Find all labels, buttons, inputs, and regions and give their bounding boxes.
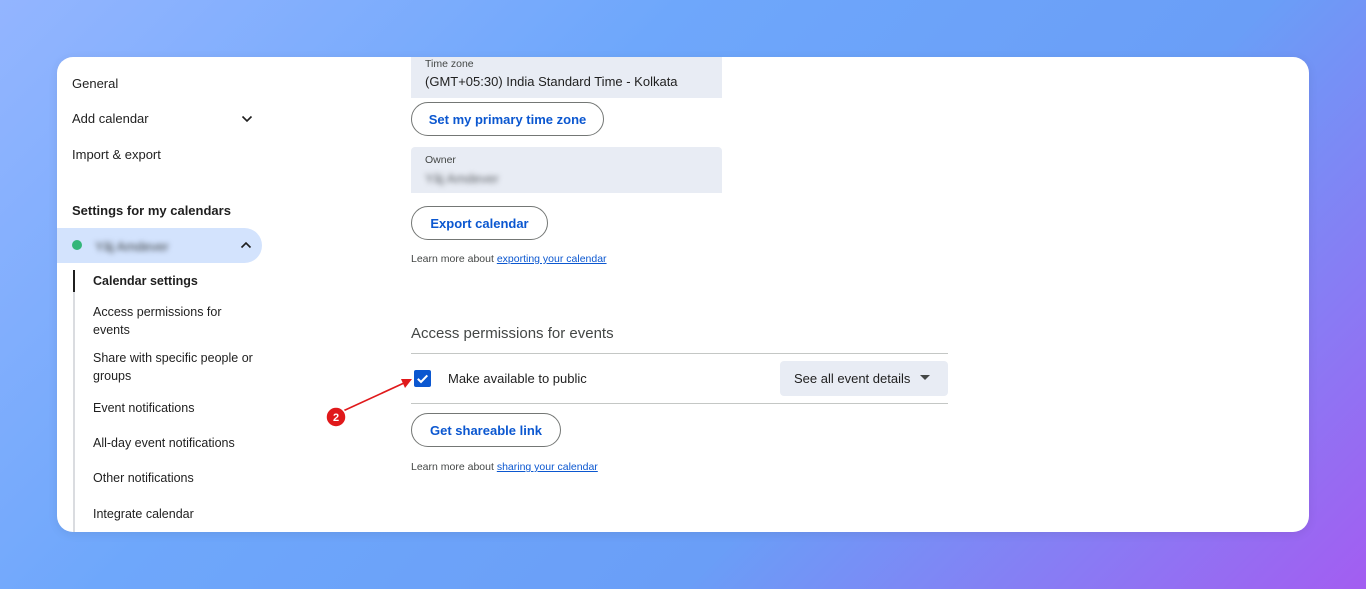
subnav-track [73,270,75,532]
get-shareable-link-button[interactable]: Get shareable link [411,413,561,447]
timezone-field[interactable]: Time zone (GMT+05:30) India Standard Tim… [411,57,722,98]
sidebar-item-add-calendar[interactable]: Add calendar [72,111,149,126]
owner-field-label: Owner [425,154,456,166]
sidebar-section-title: Settings for my calendars [72,203,231,218]
subnav-event-notifications[interactable]: Event notifications [93,399,258,417]
public-checkbox[interactable] [414,370,431,387]
owner-field-value: Yâj Amdever [425,171,499,186]
subnav-integrate-calendar[interactable]: Integrate calendar [93,505,258,523]
timezone-field-label: Time zone [425,58,474,70]
chevron-up-icon[interactable] [238,237,254,253]
subnav-active-indicator [73,270,75,292]
divider-bottom [411,403,948,404]
sharing-calendar-link[interactable]: sharing your calendar [497,461,598,473]
subnav-calendar-settings[interactable]: Calendar settings [93,272,258,290]
dropdown-arrow-icon [920,375,930,380]
owner-field: Owner Yâj Amdever [411,147,722,193]
sidebar-item-general[interactable]: General [72,76,118,91]
sidebar-item-calendar[interactable]: Yâj Amdever [57,228,262,263]
export-learn-more-prefix: Learn more about [411,253,497,265]
settings-sidebar: General Add calendar Import & export Set… [57,57,272,532]
calendar-color-dot [72,240,82,250]
subnav-other-notifications[interactable]: Other notifications [93,469,258,487]
divider-top [411,353,948,354]
subnav-allday-notifications[interactable]: All-day event notifications [93,434,258,452]
share-learn-more-prefix: Learn more about [411,461,497,473]
export-learn-more: Learn more about exporting your calendar [411,253,607,265]
event-visibility-value: See all event details [794,371,911,386]
share-learn-more: Learn more about sharing your calendar [411,461,598,473]
calendar-name: Yâj Amdever [95,239,169,254]
set-primary-timezone-button[interactable]: Set my primary time zone [411,102,604,136]
export-calendar-button[interactable]: Export calendar [411,206,548,240]
event-visibility-select[interactable]: See all event details [780,361,948,396]
chevron-down-icon[interactable] [239,111,255,127]
settings-panel: General Add calendar Import & export Set… [57,57,1309,532]
timezone-field-value: (GMT+05:30) India Standard Time - Kolkat… [425,74,678,89]
exporting-calendar-link[interactable]: exporting your calendar [497,253,607,265]
subnav-access-permissions[interactable]: Access permissions for events [93,303,258,339]
access-permissions-heading: Access permissions for events [411,325,614,342]
checkmark-icon [417,374,429,384]
sidebar-item-import-export[interactable]: Import & export [72,147,161,162]
public-checkbox-label: Make available to public [448,371,587,386]
subnav-share-specific[interactable]: Share with specific people or groups [93,349,258,385]
